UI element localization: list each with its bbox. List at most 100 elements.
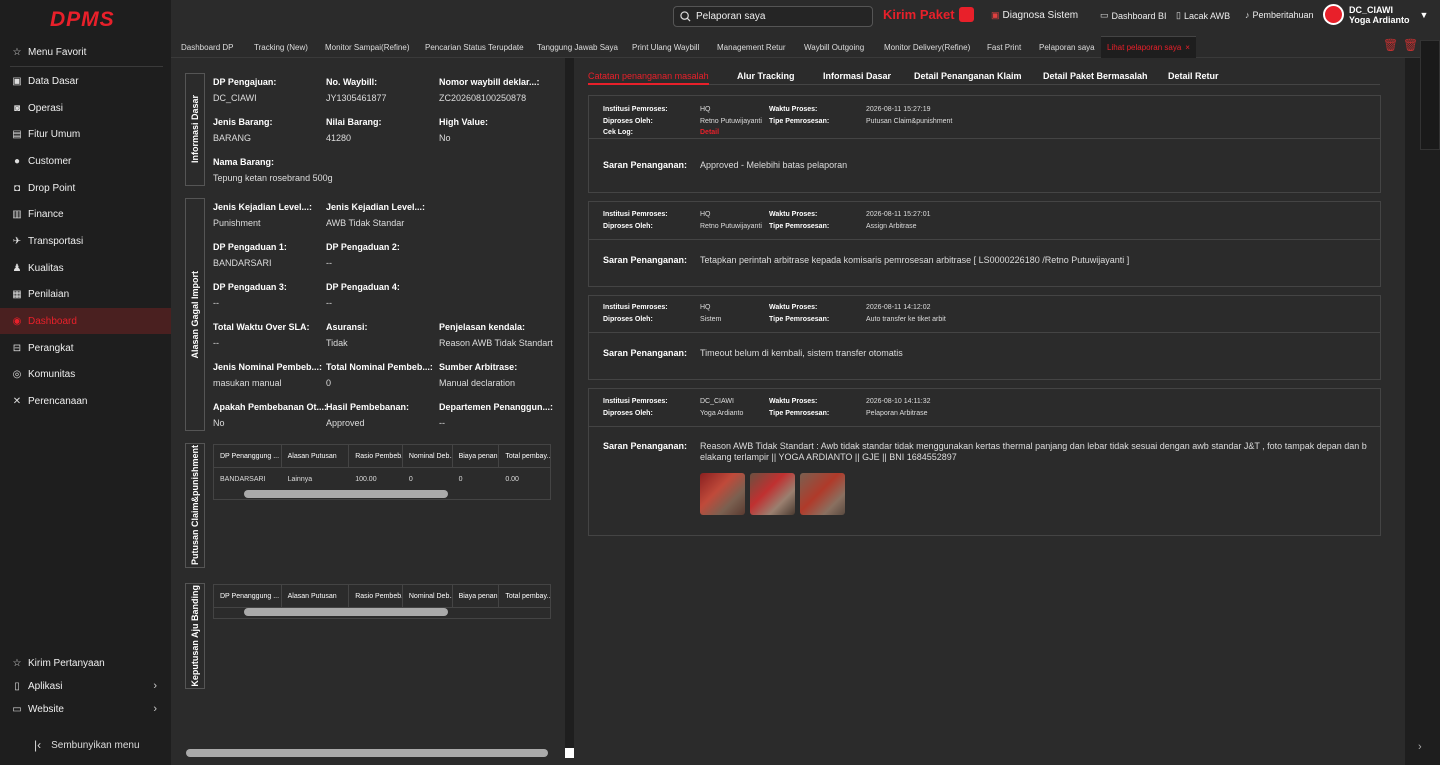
table-cell: Lainnya [287,475,313,483]
field-value: Approved [326,418,365,428]
tab-monitor-sampai[interactable]: Monitor Sampai(Refine) [325,36,409,58]
tab-waybill-outgoing[interactable]: Waybill Outgoing [804,36,864,58]
meta-label: Tipe Pemrosesan: [769,316,830,323]
table-cell: 100.00 [355,475,377,483]
section-title: Putusan Claim&punishment [190,445,200,566]
tab-monitor-delivery[interactable]: Monitor Delivery(Refine) [884,36,970,58]
table-header: DP Penanggung ... Alasan Putusan Rasio P… [214,585,550,608]
table-row[interactable]: BANDARSARI Lainnya 100.00 0 0 0.00 [214,468,550,490]
log-record: Institusi Pemroses: DC_CIAWI Waktu Prose… [588,388,1381,536]
chevron-right-icon: › [153,680,157,692]
column-header: Biaya penan... [453,445,500,467]
tab-catatan-penanganan[interactable]: Catatan penanganan masalah [588,71,709,81]
field-value: ZC202608100250878 [439,93,527,103]
app-logo: DPMS [50,8,115,31]
hide-menu-button[interactable]: |‹ Sembunyikan menu [34,738,140,752]
field-label: DP Pengaduan 3: [213,282,287,292]
print-icon: ▦ [12,288,22,300]
sidebar-item-komunitas[interactable]: ◎ Komunitas [0,361,171,387]
user-menu[interactable]: DC_CIAWI Yoga Ardianto ▼ [1323,4,1428,25]
field-label: Nama Barang: [213,157,275,167]
tab-fast-print[interactable]: Fast Print [987,36,1021,58]
meta-label: Waktu Proses: [769,304,818,311]
trash-icon[interactable]: 🗑 [1383,38,1398,52]
column-header: Total pembay... [505,592,551,600]
tab-print-ulang[interactable]: Print Ulang Waybill [632,36,699,58]
meta-value: Sistem [700,316,722,323]
meta-value: Retno Putuwijayanti [700,223,762,230]
section-putusan: Putusan Claim&punishment [185,443,205,568]
tab-pencarian-status[interactable]: Pencarian Status Terupdate [425,36,524,58]
sidebar-item-dashboard[interactable]: ◉ Dashboard [0,308,171,334]
tab-detail-retur[interactable]: Detail Retur [1168,71,1219,81]
sidebar-item-label: Operasi [28,102,64,114]
saran-label: Saran Penanganan: [603,441,688,451]
quality-icon: ♟ [12,262,22,274]
sidebar-item-drop-point[interactable]: ◘ Drop Point [0,175,171,201]
sidebar-item-data-dasar[interactable]: ▣ Data Dasar [0,68,171,94]
dashboard-bi-button[interactable]: ▭ Dashboard BI [1100,10,1167,21]
field-label: DP Pengaduan 2: [326,242,400,252]
chevron-right-icon[interactable]: › [1418,741,1422,753]
tab-detail-klaim[interactable]: Detail Penanganan Klaim [914,71,1022,81]
attachment-thumbnail[interactable] [800,473,845,515]
sidebar-item-finance[interactable]: ▥ Finance [0,201,171,227]
sidebar-item-penilaian[interactable]: ▦ Penilaian [0,281,171,307]
field-value: Manual declaration [439,378,516,388]
sidebar-item-customer[interactable]: ● Customer [0,148,171,174]
pemberitahuan-button[interactable]: ♪ Pemberitahuan [1245,10,1314,20]
sidebar-item-operasi[interactable]: ◙ Operasi [0,95,171,121]
table-cell: BANDARSARI [220,475,266,483]
saran-label: Saran Penanganan: [603,160,688,170]
diagnosa-sistem-button[interactable]: ▣ Diagnosa Sistem [991,10,1078,21]
tab-tanggung-jawab[interactable]: Tanggung Jawab Saya [537,36,618,58]
attachment-thumbnail[interactable] [700,473,745,515]
table-scrollbar[interactable] [244,608,448,616]
meta-label: Institusi Pemroses: [603,106,668,113]
tab-pelaporan-saya[interactable]: Pelaporan saya [1039,36,1095,58]
close-icon[interactable]: × [1185,43,1190,52]
tab-alur-tracking[interactable]: Alur Tracking [737,71,795,81]
meta-label: Waktu Proses: [769,211,818,218]
tab-management-retur[interactable]: Management Retur [717,36,785,58]
trash-icon[interactable]: 🗑 [1403,38,1418,52]
attachment-thumbnail[interactable] [750,473,795,515]
sidebar-item-fitur-umum[interactable]: ▤ Fitur Umum [0,121,171,147]
field-value: Tepung ketan rosebrand 500g [213,173,333,183]
kirim-paket-button[interactable]: Kirim Paket [883,7,974,22]
tab-detail-paket[interactable]: Detail Paket Bermasalah [1043,71,1148,81]
sidebar-item-website[interactable]: ▭ Website › [0,696,171,722]
sidebar-item-kualitas[interactable]: ♟ Kualitas [0,255,171,281]
kirim-paket-label: Kirim Paket [883,7,955,22]
table-scrollbar[interactable] [244,490,448,498]
meta-label: Waktu Proses: [769,398,818,405]
sidebar-item-perangkat[interactable]: ⊟ Perangkat [0,335,171,361]
sidebar-item-label: Transportasi [28,235,84,247]
search-input[interactable]: Pelaporan saya [673,6,873,27]
field-value: -- [213,298,219,308]
sidebar-item-menu-favorit[interactable]: ☆ Menu Favorit [0,39,171,65]
lacak-awb-button[interactable]: ▯ Lacak AWB [1176,10,1230,21]
field-value: -- [439,418,445,428]
field-label: Sumber Arbitrase: [439,362,518,372]
horizontal-scrollbar[interactable] [186,749,548,757]
collapse-icon: |‹ [34,738,42,752]
field-value: Punishment [213,218,261,228]
tab-lihat-pelaporan-saya[interactable]: Lihat pelaporan saya × [1101,36,1196,58]
meta-value: 2026-08-11 15:27:01 [866,211,931,218]
pemberitahuan-label: Pemberitahuan [1252,10,1314,20]
sidebar-item-perencanaan[interactable]: ✕ Perencanaan [0,388,171,414]
detail-link[interactable]: Detail [700,129,719,136]
tab-informasi-dasar[interactable]: Informasi Dasar [823,71,891,81]
vertical-scrollbar[interactable] [565,58,574,748]
column-header: Rasio Pembeb... [349,445,403,467]
meta-value: Pelaporan Arbitrase [866,410,928,417]
sidebar-item-transportasi[interactable]: ✈ Transportasi [0,228,171,254]
field-label: DP Pengaduan 4: [326,282,400,292]
tab-tracking-new[interactable]: Tracking (New) [254,36,308,58]
record-meta: Institusi Pemroses: HQ Waktu Proses: 202… [589,96,1380,139]
field-value: No [213,418,225,428]
tab-dashboard-dp[interactable]: Dashboard DP [181,36,233,58]
field-value: -- [326,258,332,268]
meta-value: DC_CIAWI [700,398,734,405]
